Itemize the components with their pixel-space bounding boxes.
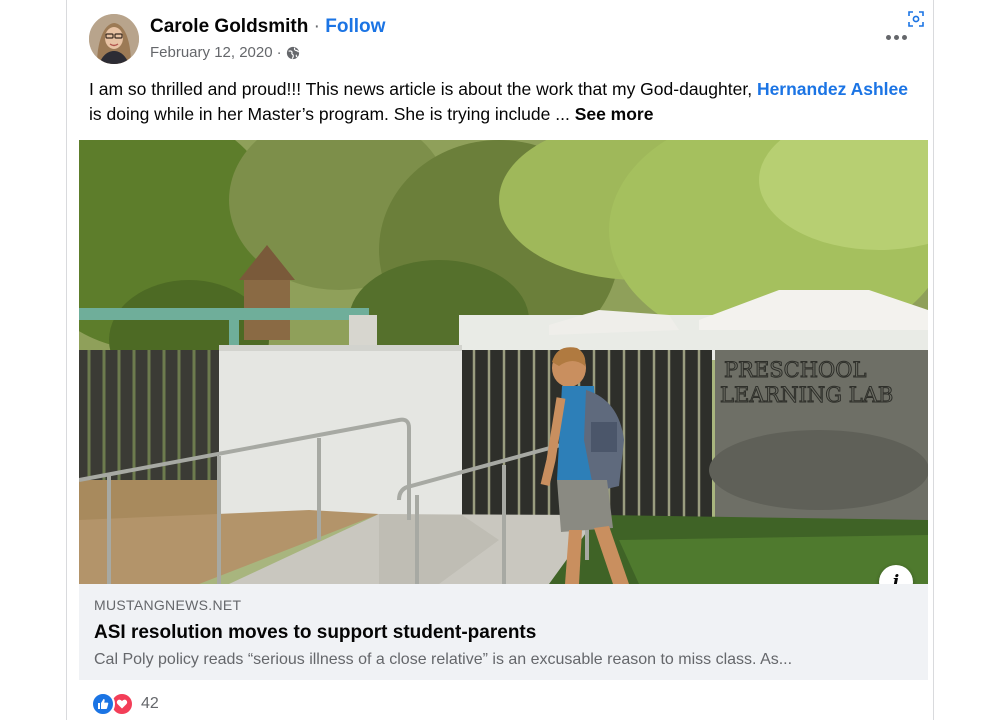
feed-right-border	[933, 0, 934, 720]
avatar-photo	[89, 14, 139, 64]
post-text-after: is doing while in her Master’s program. …	[89, 104, 575, 124]
more-options-button[interactable]	[882, 28, 910, 46]
globe-icon	[286, 46, 299, 59]
svg-text:LEARNING LAB: LEARNING LAB	[720, 383, 893, 407]
post-meta: February 12, 2020 ·	[150, 44, 300, 61]
reactions-summary[interactable]: 42	[91, 692, 159, 716]
post-date[interactable]: February 12, 2020	[150, 44, 273, 61]
date-separator: ·	[276, 44, 282, 61]
like-reaction-icon	[91, 692, 115, 716]
link-title[interactable]: ASI resolution moves to support student-…	[94, 622, 536, 644]
heart-icon	[116, 699, 128, 709]
post-text: I am so thrilled and proud!!! This news …	[89, 77, 919, 127]
scan-icon[interactable]	[907, 10, 925, 28]
author-name[interactable]: Carole Goldsmith	[150, 16, 308, 37]
post-text-before: I am so thrilled and proud!!! This news …	[89, 79, 757, 99]
link-preview[interactable]: MUSTANGNEWS.NET ASI resolution moves to …	[79, 584, 928, 680]
dot-icon	[893, 34, 899, 40]
reaction-count[interactable]: 42	[141, 695, 159, 713]
link-domain: MUSTANGNEWS.NET	[94, 597, 242, 613]
avatar[interactable]	[89, 14, 139, 64]
author-row: Carole Goldsmith · Follow	[150, 16, 385, 38]
author-separator: ·	[313, 16, 320, 37]
dot-icon	[901, 34, 907, 40]
mention-link[interactable]: Hernandez Ashlee	[757, 79, 908, 99]
follow-button[interactable]: Follow	[325, 16, 385, 37]
svg-text:PRESCHOOL: PRESCHOOL	[724, 358, 866, 382]
see-more-link[interactable]: See more	[575, 104, 654, 124]
link-description: Cal Poly policy reads “serious illness o…	[94, 651, 793, 668]
post-card: Carole Goldsmith · Follow February 12, 2…	[67, 0, 933, 720]
link-preview-image[interactable]: PRESCHOOL LEARNING LAB	[79, 140, 928, 584]
article-photo: PRESCHOOL LEARNING LAB	[79, 140, 928, 584]
dot-icon	[885, 34, 891, 40]
thumbs-up-icon	[98, 699, 109, 709]
